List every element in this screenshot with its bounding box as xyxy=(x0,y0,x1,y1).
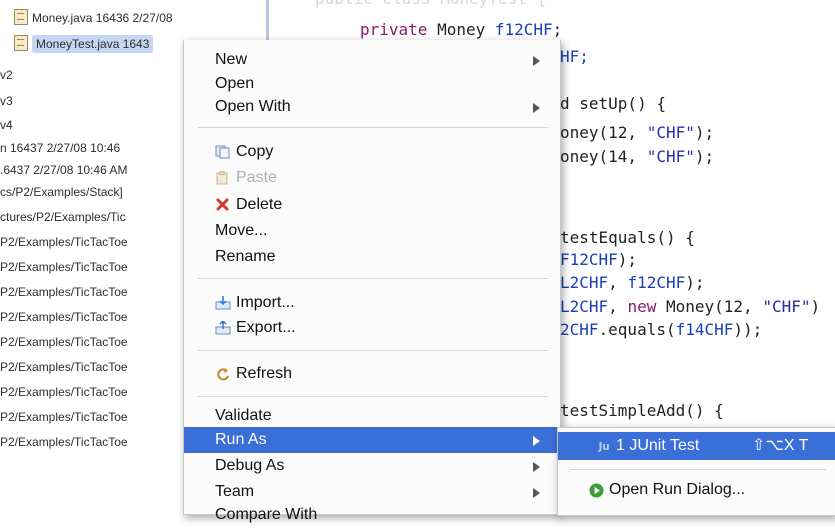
code-line: L2CHF, f12CHF); xyxy=(560,273,705,292)
code-line: private Money f12CHF; xyxy=(360,20,563,39)
code-line-faint: public class MoneyTest { xyxy=(315,0,546,9)
import-icon xyxy=(215,296,231,310)
code-line: HF; xyxy=(560,47,589,66)
submenu-item-open-run-dialog[interactable]: Open Run Dialog... xyxy=(558,476,835,504)
code-line: 2CHF.equals(f14CHF)); xyxy=(560,320,763,339)
menu-item-compare-with[interactable]: Compare With xyxy=(184,502,560,528)
tree-item[interactable]: P2/Examples/TicTacToe xyxy=(0,230,128,254)
menu-item-delete[interactable]: Delete xyxy=(184,192,560,218)
tree-item[interactable]: ctures/P2/Examples/Tic xyxy=(0,205,126,229)
tree-item[interactable]: P2/Examples/TicTacToe xyxy=(0,405,128,429)
tree-item[interactable]: P2/Examples/TicTacToe xyxy=(0,255,128,279)
menu-separator xyxy=(198,350,548,351)
submenu-arrow-icon xyxy=(533,56,540,66)
tree-item[interactable]: P2/Examples/TicTacToe xyxy=(0,330,128,354)
menu-separator xyxy=(198,278,548,279)
paste-icon xyxy=(216,171,228,185)
menu-item-open-with[interactable]: Open With xyxy=(184,94,560,120)
code-line: testEquals() { xyxy=(560,228,695,247)
run-as-submenu: Ju 1 JUnit Test ⇧⌥X T Open Run Dialog... xyxy=(557,427,835,516)
menu-separator xyxy=(198,127,548,128)
menu-item-run-as[interactable]: Run As xyxy=(184,427,560,453)
tree-item[interactable]: P2/Examples/TicTacToe xyxy=(0,305,128,329)
menu-item-copy[interactable]: Copy xyxy=(184,139,560,165)
submenu-arrow-icon xyxy=(533,488,540,498)
tree-item[interactable]: cs/P2/Examples/Stack] xyxy=(0,180,123,204)
menu-separator xyxy=(198,396,548,397)
submenu-item-junit-test[interactable]: Ju 1 JUnit Test ⇧⌥X T xyxy=(558,432,835,460)
tree-item[interactable]: v3 xyxy=(0,89,13,113)
menu-item-refresh[interactable]: Refresh xyxy=(184,361,560,387)
refresh-icon xyxy=(217,368,229,381)
code-line: oney(12, "CHF"); xyxy=(560,123,715,142)
tree-item[interactable]: n 16437 2/27/08 10:46 xyxy=(0,136,120,160)
menu-separator xyxy=(570,469,826,470)
menu-item-new[interactable]: New xyxy=(184,47,560,73)
code-line: L2CHF, new Money(12, "CHF") xyxy=(560,297,821,316)
menu-item-import[interactable]: Import... xyxy=(184,290,560,316)
junit-icon: Ju xyxy=(598,442,610,453)
tree-item-selected[interactable]: MoneyTest.java 1643 xyxy=(14,32,154,56)
menu-item-validate[interactable]: Validate xyxy=(184,403,560,429)
svg-text:Ju: Ju xyxy=(598,442,610,453)
menu-item-debug-as[interactable]: Debug As xyxy=(184,453,560,479)
editor-divider[interactable] xyxy=(266,0,269,44)
tree-item[interactable]: Money.java 16436 2/27/08 xyxy=(14,6,173,30)
context-menu: New Open Open With Copy Paste Delete Mov… xyxy=(183,40,561,523)
java-file-icon xyxy=(14,9,28,25)
menu-item-move[interactable]: Move... xyxy=(184,218,560,244)
tree-item[interactable]: .6437 2/27/08 10:46 AM xyxy=(0,158,127,182)
tree-item[interactable]: v2 xyxy=(0,63,13,87)
tree-item[interactable]: P2/Examples/TicTacToe xyxy=(0,280,128,304)
code-line: F12CHF); xyxy=(560,250,638,269)
tree-item[interactable]: P2/Examples/TicTacToe xyxy=(0,430,128,454)
menu-item-paste[interactable]: Paste xyxy=(184,165,560,191)
submenu-arrow-icon xyxy=(533,462,540,472)
tree-item[interactable]: P2/Examples/TicTacToe xyxy=(0,355,128,379)
submenu-arrow-icon xyxy=(533,436,540,446)
delete-icon xyxy=(216,198,229,211)
menu-item-export[interactable]: Export... xyxy=(184,315,560,341)
tree-item[interactable]: P2/Examples/TicTacToe xyxy=(0,380,128,404)
menu-item-rename[interactable]: Rename xyxy=(184,244,560,270)
tree-item[interactable]: v4 xyxy=(0,113,13,137)
export-icon xyxy=(215,321,231,335)
java-file-icon xyxy=(14,35,28,51)
code-line: d setUp() { xyxy=(560,94,666,113)
run-icon xyxy=(589,483,604,498)
submenu-arrow-icon xyxy=(533,103,540,113)
copy-icon xyxy=(215,145,230,159)
code-line: testSimpleAdd() { xyxy=(560,401,724,420)
code-line: oney(14, "CHF"); xyxy=(560,147,715,166)
